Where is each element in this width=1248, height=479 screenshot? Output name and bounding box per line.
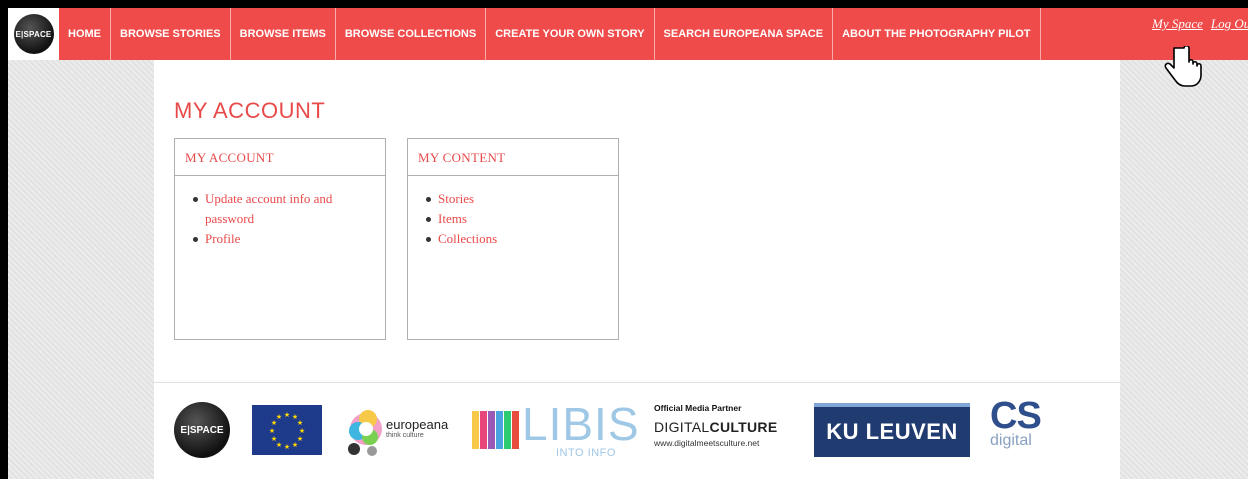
my-account-panel: MY ACCOUNT Update account info and passw… (174, 138, 386, 340)
page-title: MY ACCOUNT (174, 98, 326, 123)
nav-item-about[interactable]: ABOUT THE PHOTOGRAPHY PILOT (833, 8, 1041, 60)
dc-name: DIGITALCULTURE (654, 419, 778, 435)
europeana-logo[interactable]: europeana think culture (346, 399, 456, 461)
main-content: MY ACCOUNT MY ACCOUNT Update account inf… (154, 60, 1120, 479)
stories-link[interactable]: Stories (426, 189, 606, 209)
eu-stars-icon: ★ ★★ ★★★ ★★★ ★★★ (269, 411, 305, 451)
libis-bar-green (504, 411, 511, 449)
nav-item-search[interactable]: SEARCH EUROPEANA SPACE (655, 8, 834, 60)
nav-item-browse-stories[interactable]: BROWSE STORIES (111, 8, 231, 60)
svg-text:★: ★ (269, 427, 275, 435)
libis-bar-red (512, 411, 519, 449)
nav-item-home[interactable]: HOME (59, 8, 111, 60)
libis-bar-pink (480, 411, 487, 449)
cs-big-text: CS (990, 395, 1042, 437)
svg-text:★: ★ (284, 411, 290, 419)
svg-text:★: ★ (297, 419, 303, 427)
svg-text:★: ★ (271, 435, 277, 443)
europeana-name: europeana (386, 417, 449, 432)
nav-item-browse-items[interactable]: BROWSE ITEMS (231, 8, 336, 60)
my-content-links: Stories Items Collections (408, 176, 618, 249)
partner-logos: E|SPACE ★ ★ ★ ★ ★ ★ ★ ★ ★ ★ ★ ★ european… (154, 395, 1120, 465)
collections-link[interactable]: Collections (426, 229, 606, 249)
site-logo[interactable]: E|SPACE (8, 8, 59, 60)
user-links: My Space Log Ou (1152, 16, 1248, 32)
my-account-links: Update account info and password Profile (175, 176, 385, 249)
eu-flag-logo[interactable]: ★ ★ ★ ★ ★ ★ ★ ★ ★ ★ ★ ★ (252, 405, 322, 455)
libis-name: LIBIS (522, 398, 640, 450)
hand-cursor-icon (1164, 46, 1202, 87)
europeana-tagline: think culture (386, 432, 424, 439)
my-content-panel-title: MY CONTENT (408, 139, 618, 176)
cs-digital-logo[interactable]: CS digital (990, 397, 1060, 463)
main-nav: HOME BROWSE STORIES BROWSE ITEMS BROWSE … (59, 8, 1041, 60)
europeana-mark-icon (348, 410, 382, 456)
items-link[interactable]: Items (426, 209, 606, 229)
ku-leuven-logo[interactable]: KU LEUVEN (814, 403, 970, 457)
svg-text:★: ★ (299, 427, 305, 435)
footer-divider (154, 382, 1120, 383)
libis-bar-purple (488, 411, 495, 449)
log-out-link[interactable]: Log Ou (1211, 16, 1248, 32)
window-frame-top (0, 0, 1248, 8)
svg-text:★: ★ (276, 413, 282, 421)
digital-culture-logo[interactable]: Official Media Partner DIGITALCULTURE ww… (654, 403, 794, 459)
update-account-link[interactable]: Update account info and password (193, 189, 373, 229)
nav-item-browse-collections[interactable]: BROWSE COLLECTIONS (336, 8, 487, 60)
my-space-link[interactable]: My Space (1152, 16, 1203, 32)
libis-bar-yellow (472, 411, 479, 449)
nav-item-create-story[interactable]: CREATE YOUR OWN STORY (486, 8, 655, 60)
profile-link[interactable]: Profile (193, 229, 373, 249)
cs-small-text: digital (990, 432, 1032, 449)
my-content-panel: MY CONTENT Stories Items Collections (407, 138, 619, 340)
svg-text:★: ★ (292, 441, 298, 449)
dc-partner-label: Official Media Partner (654, 403, 742, 413)
window-frame-left (0, 0, 8, 479)
my-account-panel-title: MY ACCOUNT (175, 139, 385, 176)
libis-sub: INTO INFO (556, 447, 616, 459)
dc-url: www.digitalmeetsculture.net (654, 438, 760, 448)
espace-footer-logo[interactable]: E|SPACE (174, 402, 230, 458)
libis-bar-blue (496, 411, 503, 449)
espace-logo-icon: E|SPACE (13, 14, 54, 54)
svg-text:★: ★ (284, 443, 290, 451)
libis-logo[interactable]: LIBIS INTO INFO (472, 401, 639, 461)
